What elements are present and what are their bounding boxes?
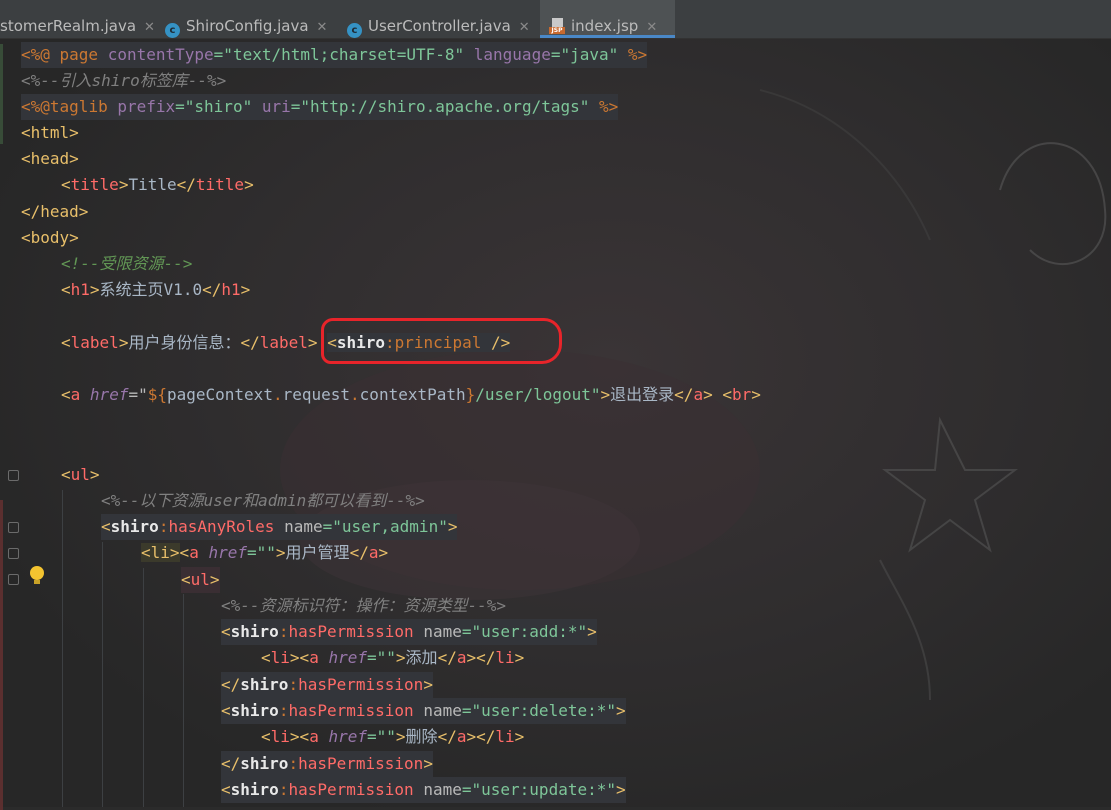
code-line: <shiro:hasAnyRoles name="user,admin"> (101, 514, 458, 540)
code-line: <%--引入shiro标签库--%> (21, 71, 227, 90)
fold-icon[interactable] (8, 470, 19, 481)
code-line: </shiro:hasPermission> (221, 672, 433, 698)
tab-label: stomerRealm.java (0, 17, 137, 35)
jsp-icon: JSP (549, 18, 565, 34)
code-line: <head> (21, 149, 79, 168)
code-line: <%--以下资源user和admin都可以看到--%> (101, 491, 425, 510)
tab-shiro-config[interactable]: c ShiroConfig.java ✕ (165, 0, 335, 38)
close-icon[interactable]: ✕ (519, 20, 530, 35)
code-line: <li><a href="">用户管理</a> (141, 543, 389, 562)
code-line: <%--资源标识符：操作：资源类型--%> (221, 596, 507, 615)
lightbulb-icon[interactable] (30, 566, 44, 586)
tab-index-jsp[interactable]: JSP index.jsp ✕ (540, 0, 675, 38)
code-line: <ul> (61, 465, 100, 484)
code-line: <shiro:hasPermission name="user:add:*"> (221, 619, 597, 645)
code-line: <html> (21, 123, 79, 142)
tab-user-controller[interactable]: c UserController.java ✕ (347, 0, 532, 38)
code-line: <li><a href="">删除</a></li> (261, 727, 525, 746)
fold-icon[interactable] (8, 522, 19, 533)
code-line: <body> (21, 228, 79, 247)
editor-tab-bar: stomerRealm.java ✕ c ShiroConfig.java ✕ c Us… (0, 0, 1111, 39)
code-line: <%@taglib prefix="shiro" uri="http://shi… (21, 94, 619, 120)
code-line: <ul> (181, 567, 220, 593)
code-line: <h1>系统主页V1.0</h1> (61, 280, 251, 299)
vcs-change-marker[interactable] (0, 44, 3, 144)
code-line: <title>Title</title> (61, 175, 254, 194)
class-icon: c (165, 23, 180, 38)
fold-icon[interactable] (8, 548, 19, 559)
code-line: <!--受限资源--> (61, 254, 193, 273)
tab-label: UserController.java (368, 17, 511, 35)
close-icon[interactable]: ✕ (144, 20, 155, 35)
red-highlight-annotation (321, 318, 562, 364)
close-icon[interactable]: ✕ (317, 20, 328, 35)
vcs-change-marker[interactable] (0, 500, 3, 810)
indent-guide (183, 594, 184, 807)
code-line: <a href="${pageContext.request.contextPa… (61, 385, 761, 404)
code-line: </shiro:hasPermission> (221, 751, 433, 777)
code-line: <shiro:hasPermission name="user:update:*… (221, 777, 626, 803)
jsp-icon-label: JSP (549, 27, 565, 34)
code-line: <li><a href="">添加</a></li> (261, 648, 525, 667)
code-line: </head> (21, 202, 89, 221)
close-icon[interactable]: ✕ (646, 20, 657, 35)
code-line: <shiro:hasPermission name="user:delete:*… (221, 698, 626, 724)
code-line: <%@ page contentType="text/html;charset=… (21, 42, 648, 68)
fold-icon[interactable] (8, 574, 19, 585)
tab-customer-realm[interactable]: stomerRealm.java ✕ (0, 0, 155, 38)
indent-guide (102, 542, 103, 807)
tab-label: index.jsp (571, 17, 639, 35)
tab-label: ShiroConfig.java (186, 17, 309, 35)
indent-guide (62, 490, 63, 807)
indent-guide (143, 568, 144, 807)
class-icon: c (347, 23, 362, 38)
